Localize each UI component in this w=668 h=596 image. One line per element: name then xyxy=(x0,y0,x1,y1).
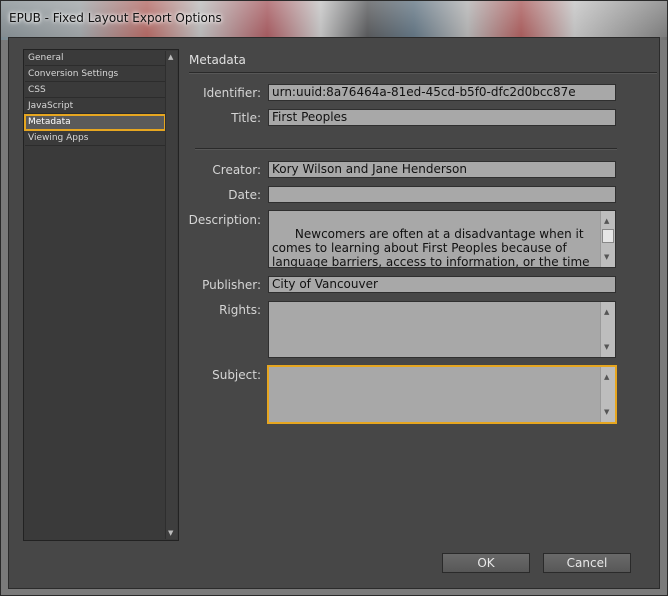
scroll-down-icon[interactable]: ▼ xyxy=(604,405,609,419)
nav-item-general[interactable]: General xyxy=(25,51,165,66)
header-divider xyxy=(189,72,657,73)
scroll-down-icon[interactable]: ▼ xyxy=(168,529,173,537)
scroll-up-icon[interactable]: ▲ xyxy=(604,305,609,319)
rights-label: Rights: xyxy=(219,303,261,317)
creator-label: Creator: xyxy=(212,163,261,177)
title-label: Title: xyxy=(231,111,261,125)
scroll-down-icon[interactable]: ▼ xyxy=(604,250,609,264)
scroll-up-icon[interactable]: ▲ xyxy=(604,214,609,228)
category-list: General Conversion Settings CSS JavaScri… xyxy=(23,49,179,541)
ok-button[interactable]: OK xyxy=(442,553,530,573)
category-list-scrollbar[interactable]: ▲ ▼ xyxy=(165,51,177,539)
identifier-field[interactable]: urn:uuid:8a76464a-81ed-45cd-b5f0-dfc2d0b… xyxy=(268,84,616,101)
date-label: Date: xyxy=(228,188,261,202)
creator-field[interactable]: Kory Wilson and Jane Henderson xyxy=(268,161,616,178)
window-title: EPUB - Fixed Layout Export Options xyxy=(9,11,222,25)
nav-item-javascript[interactable]: JavaScript xyxy=(25,99,165,114)
nav-item-metadata[interactable]: Metadata xyxy=(24,114,166,131)
nav-item-viewing-apps[interactable]: Viewing Apps xyxy=(25,131,165,146)
nav-item-conversion-settings[interactable]: Conversion Settings xyxy=(25,67,165,82)
dialog-window: EPUB - Fixed Layout Export Options Gener… xyxy=(0,0,668,596)
subject-scrollbar[interactable]: ▲ ▼ xyxy=(600,367,615,422)
rights-textarea[interactable]: ▲ ▼ xyxy=(268,301,616,358)
description-label: Description: xyxy=(188,213,261,227)
dialog-body: General Conversion Settings CSS JavaScri… xyxy=(8,37,660,589)
panel-title: Metadata xyxy=(189,53,246,67)
subject-label: Subject: xyxy=(212,368,261,382)
scroll-up-icon[interactable]: ▲ xyxy=(168,53,173,61)
description-scrollbar[interactable]: ▲ ▼ xyxy=(600,211,615,267)
description-textarea[interactable]: Newcomers are often at a disadvantage wh… xyxy=(268,210,616,268)
date-field[interactable] xyxy=(268,186,616,203)
scroll-down-icon[interactable]: ▼ xyxy=(604,340,609,354)
title-bar[interactable]: EPUB - Fixed Layout Export Options xyxy=(1,1,667,37)
rights-scrollbar[interactable]: ▲ ▼ xyxy=(600,302,615,357)
publisher-label: Publisher: xyxy=(202,278,261,292)
title-field[interactable]: First Peoples xyxy=(268,109,616,126)
cancel-button[interactable]: Cancel xyxy=(543,553,631,573)
nav-item-css[interactable]: CSS xyxy=(25,83,165,98)
section-divider xyxy=(195,148,617,149)
description-text: Newcomers are often at a disadvantage wh… xyxy=(272,227,590,268)
scroll-thumb[interactable] xyxy=(602,229,614,243)
identifier-label: Identifier: xyxy=(203,86,261,100)
scroll-up-icon[interactable]: ▲ xyxy=(604,370,609,384)
publisher-field[interactable]: City of Vancouver xyxy=(268,276,616,293)
subject-textarea[interactable]: ▲ ▼ xyxy=(267,365,617,424)
